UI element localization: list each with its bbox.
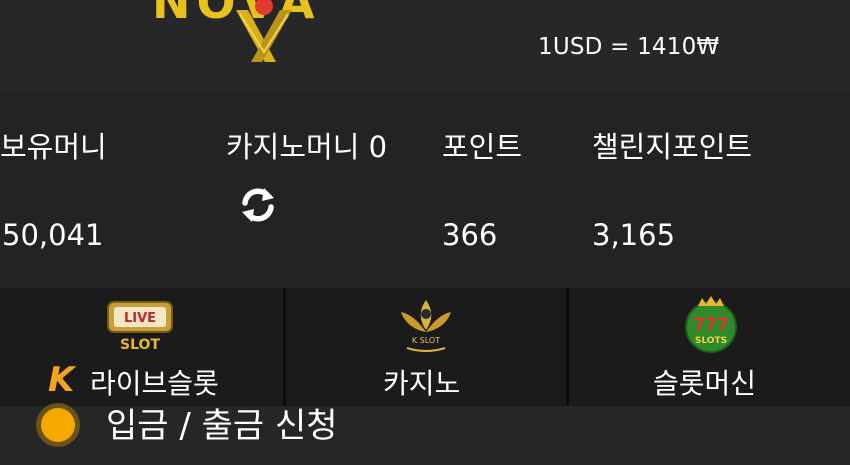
stat-label-points: 포인트: [442, 130, 523, 164]
stat-label-money: 보유머니: [0, 130, 107, 164]
live-slot-icon: LIVE SLOT: [105, 296, 175, 354]
game-item-live-slot[interactable]: LIVE SLOT K 라이브슬롯: [0, 288, 283, 406]
stat-value-money: 50,041: [2, 218, 104, 252]
svg-text:777: 777: [693, 315, 729, 335]
game-item-slot-machine[interactable]: 777 SLOTS 슬롯머신: [569, 288, 850, 406]
game-menu: LIVE SLOT K 라이브슬롯 K SLOT 카지노 777 SLOTS 슬…: [0, 288, 850, 406]
game-item-casino[interactable]: K SLOT 카지노: [286, 288, 566, 406]
refresh-icon[interactable]: [238, 185, 278, 225]
status-dot-icon: [36, 403, 80, 447]
site-logo[interactable]: NOVA: [150, 0, 350, 62]
stat-label-challenge-points: 챌린지포인트: [592, 130, 753, 164]
game-label: 라이브슬롯: [90, 367, 219, 400]
game-label: 카지노: [383, 367, 461, 400]
777-slots-icon: 777 SLOTS: [676, 296, 746, 354]
svg-text:SLOTS: SLOTS: [695, 336, 727, 346]
stat-value-challenge-points: 3,165: [592, 218, 676, 252]
svg-text:LIVE: LIVE: [124, 311, 156, 326]
top-bar: NOVA 1USD = 1410₩: [0, 0, 850, 92]
balance-panel: 보유머니 50,041 카지노머니 0 포인트 366 챌린지포인트 3,165: [0, 92, 850, 288]
k-badge-icon: K: [48, 360, 75, 400]
stat-value-points: 366: [442, 218, 498, 252]
request-label: 입금 / 출금 신청: [106, 406, 338, 446]
stat-label-casino-money: 카지노머니 0: [226, 130, 388, 164]
game-label: 슬롯머신: [653, 367, 757, 400]
svg-text:SLOT: SLOT: [120, 337, 160, 353]
svg-text:K SLOT: K SLOT: [412, 336, 440, 345]
svg-text:NOVA: NOVA: [152, 0, 320, 29]
k-slot-lotus-icon: K SLOT: [391, 296, 461, 354]
exchange-rate: 1USD = 1410₩: [538, 34, 720, 60]
